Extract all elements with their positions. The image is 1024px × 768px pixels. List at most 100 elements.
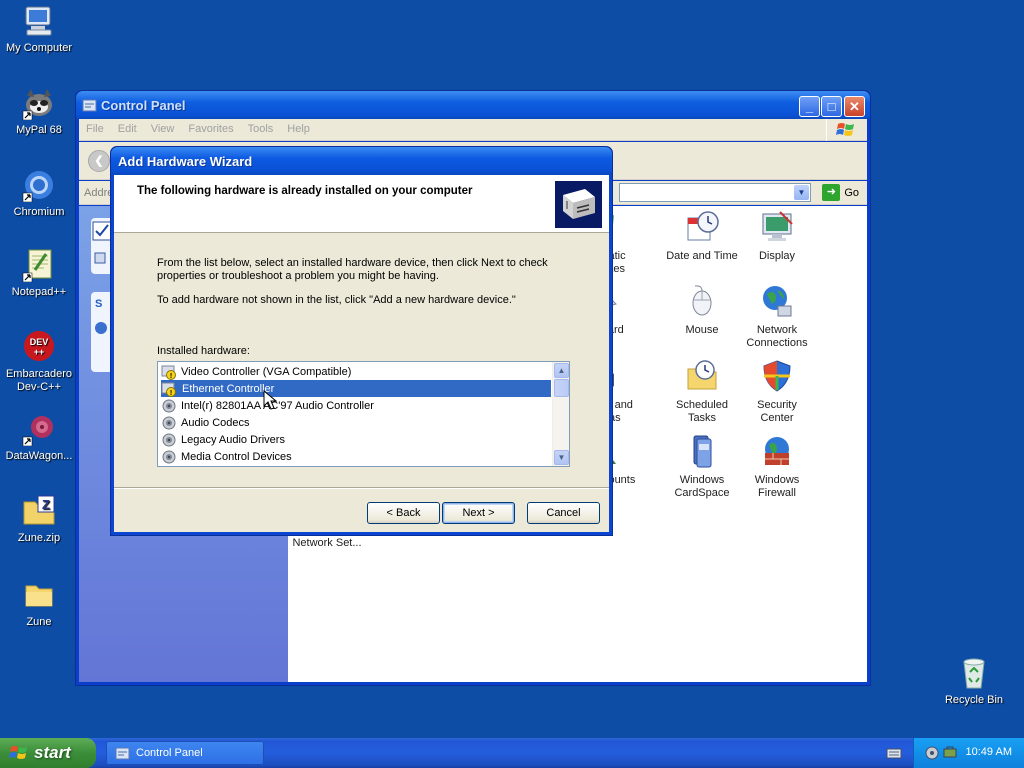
menu-favorites[interactable]: Favorites: [181, 119, 240, 139]
cp-item-date-time[interactable]: Date and Time: [660, 210, 744, 263]
taskbar: start Control Panel 10:49 AM: [0, 738, 1024, 768]
devcpp-icon: DEV ++: [22, 330, 56, 364]
control-panel-titlebar[interactable]: Control Panel _ □ ✕: [76, 91, 870, 119]
close-button[interactable]: ✕: [844, 96, 865, 117]
start-label: start: [34, 743, 71, 762]
taskbar-button-control-panel[interactable]: Control Panel: [106, 741, 264, 765]
close-icon: ✕: [849, 99, 860, 114]
menu-tools[interactable]: Tools: [241, 119, 281, 139]
menu-view[interactable]: View: [144, 119, 182, 139]
audio-device-icon: [161, 432, 177, 448]
back-arrow-icon[interactable]: ❮: [88, 150, 110, 172]
audio-device-icon: [161, 398, 177, 414]
chromium-icon: [22, 168, 56, 202]
desktop-icon-datawagon[interactable]: DataWagon...: [0, 412, 78, 463]
maximize-button[interactable]: □: [821, 96, 842, 117]
list-scrollbar[interactable]: ▲ ▼: [552, 362, 569, 466]
wizard-heading: The following hardware is already instal…: [137, 185, 473, 197]
list-item[interactable]: Media Control Devices: [161, 448, 551, 465]
firewall-icon: [760, 434, 794, 468]
my-computer-icon: [22, 4, 56, 38]
hardware-wizard-icon: [554, 180, 603, 229]
mouse-cursor-icon: [263, 390, 277, 410]
go-arrow-icon: ➜: [822, 184, 841, 201]
list-item[interactable]: ! Video Controller (VGA Compatible): [161, 363, 551, 380]
maximize-icon: □: [827, 99, 836, 114]
windows-flag-icon: [9, 744, 29, 762]
cardspace-icon: [685, 434, 719, 468]
desktop-icon-devcpp[interactable]: DEV ++ Embarcadero Dev-C++: [0, 330, 78, 394]
audio-device-icon: [161, 449, 177, 465]
control-panel-icon: [115, 745, 131, 761]
add-hardware-wizard-dialog[interactable]: Add Hardware Wizard The following hardwa…: [110, 146, 613, 536]
installed-hardware-list[interactable]: ! Video Controller (VGA Compatible) ! Et…: [157, 361, 570, 467]
date-time-icon: [685, 210, 719, 244]
installed-hardware-label: Installed hardware:: [157, 345, 250, 357]
desktop-icon-notepadpp[interactable]: Notepad++: [0, 248, 78, 299]
control-panel-icon: [82, 97, 98, 113]
minimize-icon: _: [805, 99, 814, 114]
desktop-icon-my-computer[interactable]: My Computer: [0, 4, 78, 55]
notepadpp-icon: [22, 248, 56, 282]
next-button[interactable]: Next >: [442, 502, 515, 524]
list-item-selected[interactable]: ! Ethernet Controller: [161, 380, 551, 397]
cp-item-network-connections[interactable]: Network Connections: [735, 284, 819, 350]
scroll-thumb[interactable]: [554, 379, 569, 397]
security-center-icon: [760, 359, 794, 393]
cp-item-firewall[interactable]: Windows Firewall: [735, 434, 819, 500]
window-title: Control Panel: [101, 98, 186, 113]
start-button[interactable]: start: [0, 738, 96, 768]
desktop-icon-recycle-bin[interactable]: Recycle Bin: [935, 656, 1013, 707]
list-item[interactable]: Audio Codecs: [161, 414, 551, 431]
cp-item-mouse[interactable]: Mouse: [660, 284, 744, 337]
desktop-icon-chromium[interactable]: Chromium: [0, 168, 78, 219]
mouse-icon: [685, 284, 719, 318]
cp-item-cardspace[interactable]: Windows CardSpace: [660, 434, 744, 500]
display-icon: [760, 210, 794, 244]
desktop-icon-zune-zip[interactable]: Z Zune.zip: [0, 494, 78, 545]
chevron-down-icon[interactable]: ▼: [794, 185, 809, 200]
go-label: Go: [844, 186, 859, 199]
svg-text:++: ++: [34, 347, 45, 357]
svg-text:!: !: [170, 373, 172, 380]
menu-file[interactable]: File: [79, 119, 111, 139]
safely-remove-hardware-icon[interactable]: [942, 745, 958, 761]
scroll-up-icon[interactable]: ▲: [554, 363, 569, 378]
address-input[interactable]: ▼: [619, 183, 811, 202]
menu-help[interactable]: Help: [280, 119, 317, 139]
zip-folder-icon: Z: [22, 494, 56, 528]
system-tray: 10:49 AM: [913, 738, 1024, 768]
wizard-instructions: From the list below, select an installed…: [157, 257, 548, 282]
scroll-down-icon[interactable]: ▼: [554, 450, 569, 465]
cancel-button[interactable]: Cancel: [527, 502, 600, 524]
taskbar-button-label: Control Panel: [136, 747, 203, 759]
svg-text:!: !: [170, 390, 172, 397]
wizard-add-note: To add hardware not shown in the list, c…: [157, 294, 516, 306]
list-item[interactable]: Legacy Audio Drivers: [161, 431, 551, 448]
tray-app-icon[interactable]: [924, 745, 940, 761]
wizard-titlebar[interactable]: Add Hardware Wizard: [111, 147, 612, 175]
go-button[interactable]: ➜ Go: [822, 184, 859, 201]
menu-bar: File Edit View Favorites Tools Help: [79, 119, 867, 141]
wizard-header: The following hardware is already instal…: [114, 175, 609, 233]
desktop-icon-zune[interactable]: Zune: [0, 578, 78, 629]
cp-item-display[interactable]: Display: [735, 210, 819, 263]
recycle-bin-icon: [957, 656, 991, 690]
minimize-button[interactable]: _: [799, 96, 820, 117]
cp-item-security-center[interactable]: Security Center: [735, 359, 819, 425]
wizard-body: The following hardware is already instal…: [114, 175, 609, 532]
folder-icon: [22, 578, 56, 612]
menu-edit[interactable]: Edit: [111, 119, 144, 139]
back-button[interactable]: < Back: [367, 502, 440, 524]
task-box-letter: S: [95, 298, 103, 310]
network-connections-icon: [760, 284, 794, 318]
clock: 10:49 AM: [965, 746, 1012, 758]
keyboard-layout-icon[interactable]: [886, 746, 902, 760]
scheduled-tasks-icon: [685, 359, 719, 393]
desktop-icon-mypal[interactable]: MyPal 68: [0, 86, 78, 137]
datawagon-icon: [22, 412, 56, 446]
list-item[interactable]: Intel(r) 82801AA AC'97 Audio Controller: [161, 397, 551, 414]
windows-logo-icon: [826, 119, 864, 141]
cp-item-scheduled-tasks[interactable]: Scheduled Tasks: [660, 359, 744, 425]
svg-text:DEV: DEV: [30, 337, 49, 347]
